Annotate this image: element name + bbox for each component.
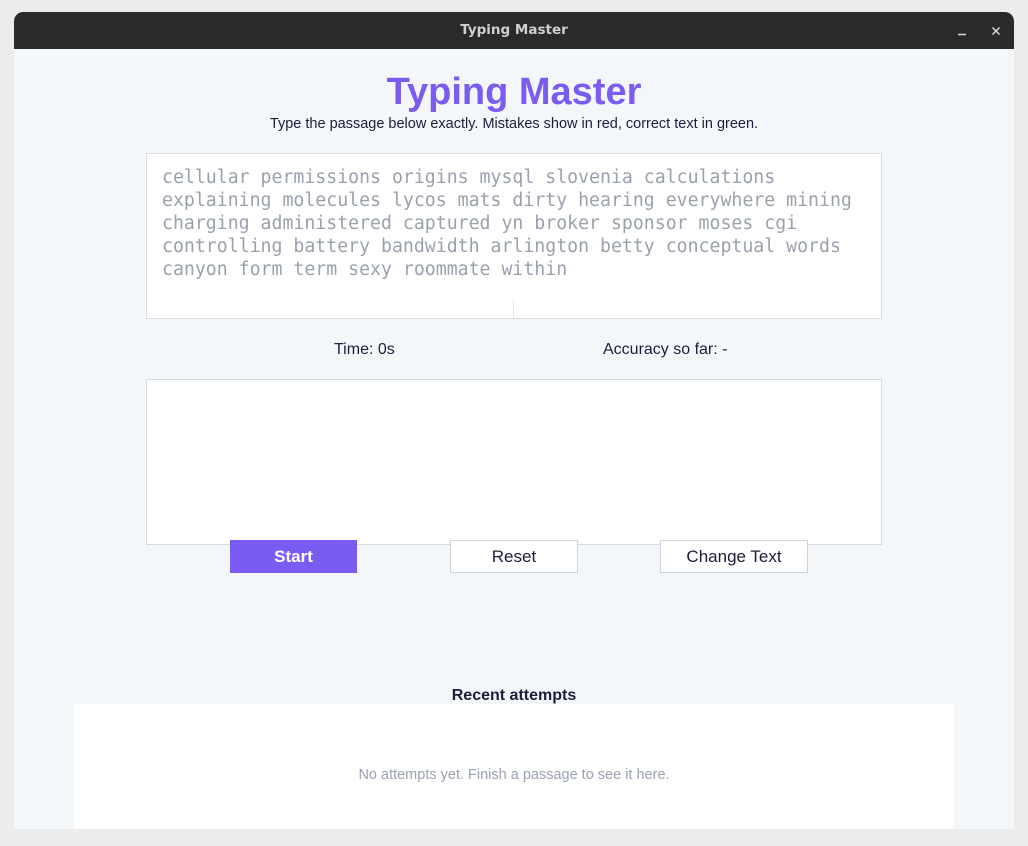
typing-input[interactable] (146, 379, 882, 545)
time-readout: Time: 0s (334, 341, 395, 358)
page-title: Typing Master (386, 71, 642, 113)
app-window: Typing Master Typing Master Type the pas… (14, 12, 1014, 829)
scroll-indicator (513, 300, 514, 318)
recent-attempts-panel: No attempts yet. Finish a passage to see… (74, 704, 954, 829)
recent-attempts-heading: Recent attempts (451, 687, 577, 704)
change-text-button[interactable]: Change Text (660, 540, 808, 573)
page-subtitle: Type the passage below exactly. Mistakes… (269, 116, 759, 132)
window-title: Typing Master (460, 22, 568, 38)
close-button[interactable] (986, 21, 1006, 41)
start-button[interactable]: Start (230, 540, 357, 573)
minimize-button[interactable] (952, 21, 972, 41)
minimize-icon (958, 33, 966, 36)
reset-button[interactable]: Reset (450, 540, 578, 573)
accuracy-readout: Accuracy so far: - (603, 341, 728, 358)
close-icon (991, 26, 1001, 36)
recent-attempts-empty-message: No attempts yet. Finish a passage to see… (358, 767, 670, 783)
passage-text: cellular permissions origins mysql slove… (162, 167, 852, 280)
title-bar[interactable]: Typing Master (14, 12, 1014, 49)
passage-display: cellular permissions origins mysql slove… (146, 153, 882, 319)
